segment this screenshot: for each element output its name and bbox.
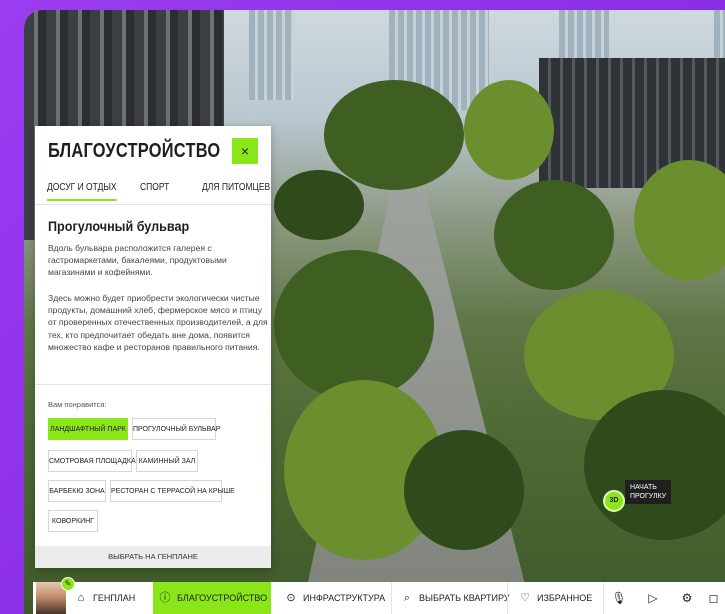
chip-rooftop-restaurant[interactable]: РЕСТОРАН С ТЕРРАСОЙ НА КРЫШЕ [110,480,235,502]
chip-observation-deck[interactable]: СМОТРОВАЯ ПЛОЩАДКА [48,450,136,472]
microphone-icon[interactable]: 🎙 [604,582,634,614]
building-distant [249,10,294,100]
bush [404,430,524,550]
close-icon: × [240,143,250,159]
close-button[interactable]: × [232,138,258,164]
camera-icon[interactable]: ◻ [702,582,725,614]
likes-label: Вам понравится: [48,400,107,409]
tree [464,80,554,180]
section-title: Прогулочный бульвар [48,218,190,234]
chip-landscape-park[interactable]: ЛАНДШАФТНЫЙ ПАРК [48,418,128,440]
nav-favorites[interactable]: ♡ ИЗБРАННОЕ [513,582,603,614]
category-tabs: ДОСУГ И ОТДЫХ СПОРТ ДЛЯ ПИТОМЦЕВ [35,182,271,205]
start-walk-label[interactable]: НАЧАТЬ ПРОГУЛКУ [625,480,672,504]
walk-3d-icon[interactable]: 3D [603,490,625,512]
nav-landscaping[interactable]: ⓘ БЛАГОУСТРОЙСТВО [153,582,271,614]
tab-pets[interactable]: ДЛЯ ПИТОМЦЕВ [202,182,270,193]
gear-icon[interactable]: ⚙ [672,582,702,614]
tab-leisure[interactable]: ДОСУГ И ОТДЫХ [47,182,117,201]
nav-masterplan[interactable]: ⌂ ГЕНПЛАН [69,582,152,614]
divider [507,582,508,614]
panel-title: БЛАГОУСТРОЙСТВО [48,140,221,162]
landscaping-panel: БЛАГОУСТРОЙСТВО × ДОСУГ И ОТДЫХ СПОРТ ДЛ… [35,126,271,568]
select-on-masterplan-button[interactable]: ВЫБРАТЬ НА ГЕНПЛАНЕ [35,546,271,568]
tree [274,170,364,240]
description-paragraph: Вдоль бульвара расположится галерея с га… [48,243,227,278]
chip-bbq-zone[interactable]: БАРБЕКЮ ЗОНА [48,480,106,502]
description-paragraph: Здесь можно будет приобрести экологическ… [48,293,268,352]
chip-fireplace-hall[interactable]: КАМИННЫЙ ЗАЛ [136,450,198,472]
divider [391,582,392,614]
building-distant [559,10,609,60]
edit-icon[interactable]: ✎ [61,577,75,591]
tab-sport[interactable]: СПОРТ [140,182,169,193]
tree [324,80,464,190]
tree [584,390,725,540]
pin-icon: ⊙ [286,592,296,604]
chip-boulevard[interactable]: ПРОГУЛОЧНЫЙ БУЛЬВАР [132,418,220,440]
favorites-icon: ♡ [520,592,530,604]
divider [35,384,271,385]
search-icon: ⌕ [403,592,411,604]
tree [494,180,614,290]
play-icon[interactable]: ▷ [638,582,668,614]
chip-coworking[interactable]: КОВОРКИНГ [48,510,98,532]
tree [274,250,434,400]
building-icon: ⌂ [77,592,85,604]
nav-infrastructure[interactable]: ⊙ ИНФРАСТРУКТУРА [279,582,389,614]
nav-choose-apartment[interactable]: ⌕ ВЫБРАТЬ КВАРТИРУ [395,582,510,614]
info-icon: ⓘ [159,592,171,604]
